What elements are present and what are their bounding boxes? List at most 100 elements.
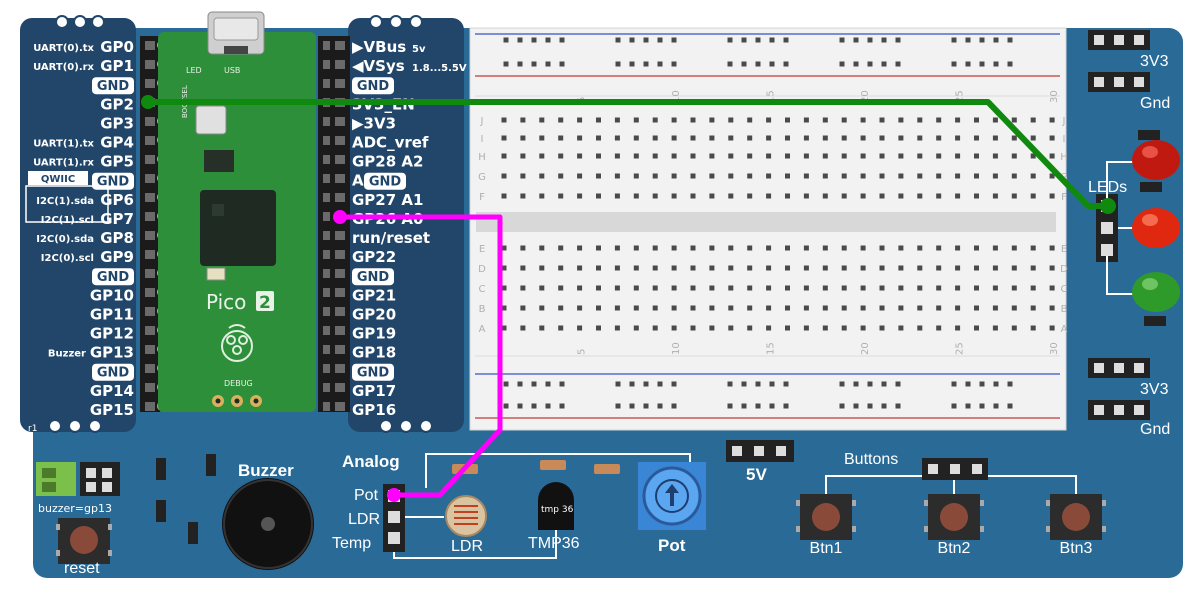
pin-label-adc-vref: ADC_vref <box>352 134 429 152</box>
button-2[interactable] <box>924 494 984 540</box>
pin-label-gnd: GND <box>369 175 402 190</box>
pin-label-gnd: GND <box>97 175 130 190</box>
pin-label-gp8: GP8 <box>100 229 134 247</box>
buttons-header <box>922 458 988 480</box>
pot-label: Pot <box>658 536 686 555</box>
breadboard-row-label: D <box>478 264 486 275</box>
power-header-top-3v3 <box>1088 30 1150 50</box>
power-bottom-gnd-label: Gnd <box>1140 421 1170 438</box>
power-top-gnd-label: Gnd <box>1140 95 1170 112</box>
pin-label-gp15: GP15 <box>90 401 134 419</box>
header-5v <box>726 440 794 462</box>
pin-function-label: UART(0).tx <box>33 43 94 54</box>
pin-label-gp0: GP0 <box>100 38 134 56</box>
breadboard-row-label: G <box>478 172 486 183</box>
breadboard-column-number: 20 <box>860 342 871 355</box>
pico-logo: Pico <box>206 290 246 314</box>
breadboard-column-number: 10 <box>671 342 682 355</box>
reset-button <box>56 518 112 564</box>
pin-function-label: UART(0).rx <box>33 62 94 73</box>
pin-label-gnd: GND <box>97 366 130 381</box>
pin-label-a: A <box>352 172 364 190</box>
pin-label-gp4: GP4 <box>100 134 134 152</box>
rp2350-chip <box>200 190 276 266</box>
analog-input-ldr: LDR <box>348 511 380 528</box>
pin-label-run-reset: run/reset <box>352 229 430 247</box>
tmp36-label: TMP36 <box>528 535 580 552</box>
pin-label-gp1: GP1 <box>100 57 134 75</box>
wire-leds-end <box>1100 198 1116 214</box>
bootsel-button <box>195 105 227 135</box>
pin-suffix-label: 5v <box>412 44 426 55</box>
breadboard-row-label: B <box>479 304 486 315</box>
breadboard-row-label: I <box>1063 134 1066 145</box>
pin-label-gp22: GP22 <box>352 248 396 266</box>
buzzer-jumper-label: buzzer=gp13 <box>38 502 112 515</box>
pin-label-gp16: GP16 <box>352 401 396 419</box>
breadboard-column-number: 5 <box>577 349 588 355</box>
power-header-bottom-3v3 <box>1088 358 1150 378</box>
pin-label-gp20: GP20 <box>352 305 396 323</box>
pin-label-gp9: GP9 <box>100 248 134 266</box>
led-red-1 <box>1132 140 1180 180</box>
potentiometer <box>638 462 706 530</box>
breadboard-row-label: I <box>481 134 484 145</box>
button-3[interactable] <box>1046 494 1106 540</box>
breadboard-column-number: 30 <box>1049 90 1060 103</box>
crystal <box>206 267 226 281</box>
analog-input-pot: Pot <box>354 487 379 504</box>
button-label: Btn3 <box>1060 540 1093 557</box>
buttons-title: Buttons <box>844 451 898 468</box>
pico-logo-badge-number: 2 <box>259 293 271 313</box>
pin-function-label: UART(1).rx <box>33 158 94 169</box>
button-label: Btn2 <box>938 540 971 557</box>
breadboard-column-number: 25 <box>955 342 966 355</box>
reset-label: reset <box>64 560 100 577</box>
breadboard-row-label: J <box>480 116 484 127</box>
breadboard-row-label: F <box>479 192 485 203</box>
led-label: LED <box>186 66 202 75</box>
power-header-top-gnd <box>1088 72 1150 92</box>
pin-function-label: I2C(0).scl <box>41 253 94 264</box>
button-1[interactable] <box>796 494 856 540</box>
flash-chip <box>204 150 234 172</box>
breadboard-row-label: C <box>479 284 486 295</box>
pin-function-label: Buzzer <box>48 349 86 360</box>
pin-function-label: UART(1).tx <box>33 139 94 150</box>
tmp36-sensor: tmp 36 <box>538 482 574 530</box>
circuit-diagram: 5510101515202025253030 J JI IH HG GF FE ED DC CB… <box>20 11 1183 578</box>
breadboard-column-number: 15 <box>766 342 777 355</box>
debug-label: DEBUG <box>224 379 253 388</box>
five-v-label: 5V <box>746 465 767 484</box>
analog-title: Analog <box>342 452 400 471</box>
pin-label-gnd: GND <box>357 270 390 285</box>
usb-label: USB <box>224 66 240 75</box>
wire-gp26-end <box>333 210 347 224</box>
pin-label-gnd: GND <box>357 79 390 94</box>
pin-label-gp11: GP11 <box>90 305 134 323</box>
pin-function-label: I2C(0).sda <box>36 234 94 245</box>
leds-label: LEDs <box>1088 179 1127 196</box>
breadboard-row-label: B <box>1061 304 1068 315</box>
pin-label-gnd: GND <box>357 366 390 381</box>
led-red-2 <box>1132 208 1180 248</box>
pin-label-gp27-a1: GP27 A1 <box>352 191 423 209</box>
breadboard-row-label: E <box>1061 244 1067 255</box>
pin-label--3v3: ▶3V3 <box>352 114 396 132</box>
power-top-3v3-label: 3V3 <box>1140 53 1169 70</box>
pin-label-gp18: GP18 <box>352 344 396 362</box>
pin-label-gp21: GP21 <box>352 286 396 304</box>
pin-function-label: I2C(1).scl <box>41 215 94 226</box>
wire-pot-end <box>387 488 401 502</box>
pin-label-gnd: GND <box>97 79 130 94</box>
led-green <box>1132 272 1180 312</box>
pin-label--vsys: ◀VSys <box>352 57 405 75</box>
breadboard-row-label: D <box>1060 264 1068 275</box>
breadboard-row-label: E <box>479 244 485 255</box>
pin-label-gp6: GP6 <box>100 191 134 209</box>
pin-label-gp12: GP12 <box>90 325 134 343</box>
breadboard-row-label: H <box>1060 152 1068 163</box>
pin-label-gp19: GP19 <box>352 325 396 343</box>
breadboard-row-label: H <box>478 152 486 163</box>
pin-label--vbus: ▶VBus <box>352 38 406 56</box>
